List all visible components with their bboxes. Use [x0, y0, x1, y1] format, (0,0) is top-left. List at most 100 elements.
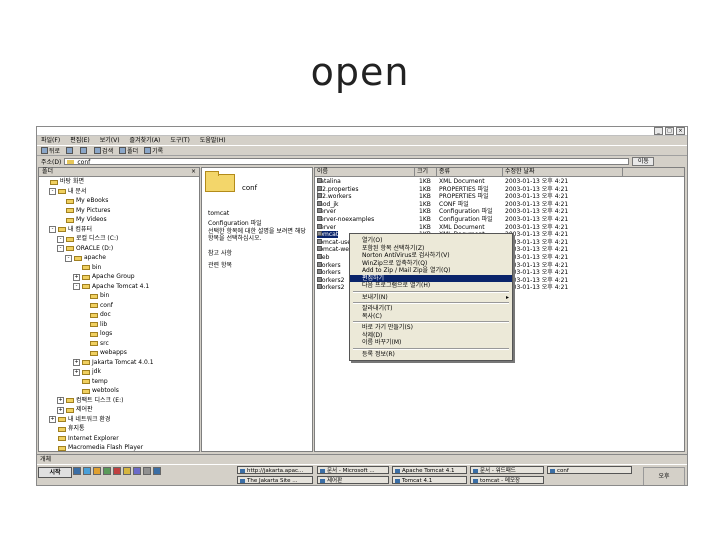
menu-item[interactable]: 편집(E) [70, 136, 90, 145]
tree-item[interactable]: + Jakarta Tomcat 4.0.1 [73, 359, 154, 367]
folder-icon[interactable] [123, 467, 131, 475]
file-row[interactable]: jk2.workers 1KB PROPERTIES 파일 2003-01-13 오후… [315, 193, 686, 200]
app-icon[interactable] [103, 467, 111, 475]
menu-item[interactable]: 즐겨찾기(A) [130, 136, 161, 145]
maximize-icon[interactable]: □ [665, 127, 674, 135]
tree-item[interactable]: 바탕 화면 [41, 178, 84, 186]
tree-item[interactable]: + Apache Group [73, 273, 135, 281]
tree-item[interactable]: My eBooks [57, 197, 108, 205]
collapse-icon[interactable]: - [49, 188, 56, 195]
tree-item[interactable]: - apache [65, 254, 106, 262]
taskbar-button[interactable]: conf [547, 466, 632, 474]
context-menu-item[interactable]: 이름 바꾸기(M) [350, 339, 512, 346]
close-icon[interactable]: × [676, 127, 685, 135]
context-menu-item[interactable]: WinZip으로 압축하기(Q) [350, 260, 512, 267]
collapse-icon[interactable]: - [57, 235, 64, 243]
context-menu-item[interactable]: Norton AntiVirus로 검사하기(V) [350, 252, 512, 259]
toolbar-button[interactable]: 기록 [144, 146, 163, 155]
ie-icon[interactable] [83, 467, 91, 475]
outlook-icon[interactable] [93, 467, 101, 475]
file-row[interactable]: mod_jk 1KB CONF 파일 2003-01-13 오후 4:21 [315, 200, 686, 208]
tree-item[interactable]: bin [73, 264, 101, 272]
taskbar-button[interactable]: Tomcat 4.1 [392, 476, 467, 484]
toolbar-button[interactable] [80, 147, 88, 154]
expand-icon[interactable]: + [57, 397, 64, 404]
toolbar-button[interactable]: 검색 [94, 146, 113, 155]
close-pane-icon[interactable]: × [191, 168, 196, 176]
file-row[interactable]: jk2.properties 1KB PROPERTIES 파일 2003-01-13… [315, 185, 686, 193]
toolbar-button[interactable] [66, 147, 74, 154]
go-button[interactable]: 이동 [632, 157, 655, 166]
file-row[interactable]: server-noexamples 1KB Configuration 파일 2003… [315, 216, 686, 223]
context-menu-item[interactable]: 다음 프로그램으로 열기(H) [350, 282, 512, 289]
tree-item[interactable]: src [81, 340, 109, 348]
tree-item[interactable]: 휴지통 [49, 425, 85, 433]
taskbar-button[interactable]: 문서 - 워드패드 [470, 466, 544, 474]
taskbar-button[interactable]: http://jakarta.apac... [237, 466, 313, 474]
expand-icon[interactable]: + [73, 359, 80, 366]
context-menu-item[interactable]: 잘라내기(T) [350, 305, 512, 312]
column-header-type[interactable]: 종류 [437, 168, 503, 176]
toolbar-button[interactable]: 뒤로 [41, 146, 60, 155]
context-menu-item[interactable]: Add to Zip / Mail Zip을 열기(Q) [350, 267, 512, 274]
expand-icon[interactable]: + [73, 273, 80, 281]
collapse-icon[interactable]: - [65, 254, 72, 262]
context-menu-item[interactable]: 편집하기 [350, 274, 512, 282]
context-menu-item[interactable]: 삭제(D) [350, 332, 512, 339]
tree-item[interactable]: + jdk [73, 368, 101, 376]
tree-item[interactable]: + 내 네트워크 환경 [49, 416, 110, 424]
context-menu-item[interactable]: 등록 정보(R) [350, 351, 512, 358]
context-menu-item[interactable]: 바로 가기 만들기(S) [350, 324, 512, 331]
taskbar-button[interactable]: 문서 - Microsoft ... [317, 466, 389, 474]
tree-item[interactable]: - Apache Tomcat 4.1 [73, 283, 149, 291]
app-icon[interactable] [133, 467, 141, 475]
toolbar-button[interactable]: 폴더 [119, 146, 138, 155]
tree-item[interactable]: - 내 문서 [49, 188, 86, 196]
tree-item[interactable]: conf [81, 302, 113, 310]
menu-item[interactable]: 도구(T) [170, 136, 189, 145]
context-menu-item[interactable]: 보내기(N) ▸ [350, 294, 512, 301]
file-row[interactable]: catalina 1KB XML Document 2003-01-13 오후 4:2… [315, 178, 686, 185]
column-header-date[interactable]: 수정한 날짜 [503, 168, 623, 176]
taskbar-button[interactable]: Apache Tomcat 4.1 [392, 466, 467, 474]
menu-item[interactable]: 도움말(H) [200, 136, 226, 145]
tree-item[interactable]: logs [81, 330, 112, 338]
tree-item[interactable]: doc [81, 311, 111, 319]
tree-item[interactable]: My Videos [57, 216, 107, 224]
tree-item[interactable]: Macromedia Flash Player [49, 444, 143, 452]
menu-item[interactable]: 파일(F) [41, 136, 60, 145]
column-header-name[interactable]: 이름 [315, 168, 415, 176]
tree-item[interactable]: - ORACLE (D:) [57, 245, 113, 253]
file-row[interactable]: server 1KB XML Document 2003-01-13 오후 4:21 [315, 223, 686, 231]
tree-item[interactable]: Internet Explorer [49, 435, 119, 443]
context-menu-item[interactable]: 포함된 항목 선택하기(Z) [350, 245, 512, 252]
app-icon[interactable] [113, 467, 121, 475]
taskbar-button[interactable]: 제어판 [317, 476, 389, 484]
expand-icon[interactable]: + [57, 406, 64, 414]
taskbar-button[interactable]: tomcat - 메모장 [470, 476, 544, 484]
taskbar-button[interactable]: The Jakarta Site ... [237, 476, 313, 484]
app-icon[interactable] [143, 467, 151, 475]
tree-item[interactable]: temp [73, 378, 108, 386]
clock[interactable]: 오후 [643, 467, 685, 485]
context-menu-item[interactable]: 열기(O) [350, 237, 512, 244]
tree-item[interactable]: webapps [81, 349, 127, 357]
tree-item[interactable]: + 제어판 [57, 406, 93, 414]
tree-item[interactable]: My Pictures [57, 207, 110, 215]
start-button[interactable]: 시작 [38, 467, 72, 478]
column-header-size[interactable]: 크기 [415, 168, 437, 176]
collapse-icon[interactable]: - [57, 245, 64, 252]
collapse-icon[interactable]: - [73, 283, 80, 290]
tree-item[interactable]: bin [81, 292, 109, 300]
tree-item[interactable]: webtools [73, 387, 119, 395]
expand-icon[interactable]: + [49, 416, 56, 423]
minimize-icon[interactable]: _ [654, 127, 663, 135]
tree-item[interactable]: + 컴팩트 디스크 (E:) [57, 397, 123, 405]
menu-item[interactable]: 보기(V) [100, 136, 120, 145]
collapse-icon[interactable]: - [49, 226, 56, 233]
app-icon[interactable] [153, 467, 161, 475]
desktop-icon[interactable] [73, 467, 81, 475]
tree-item[interactable]: - 내 컴퓨터 [49, 226, 92, 234]
address-input[interactable]: conf [64, 158, 630, 166]
file-row[interactable]: server 1KB Configuration 파일 2003-01-13 오후 4… [315, 208, 686, 215]
